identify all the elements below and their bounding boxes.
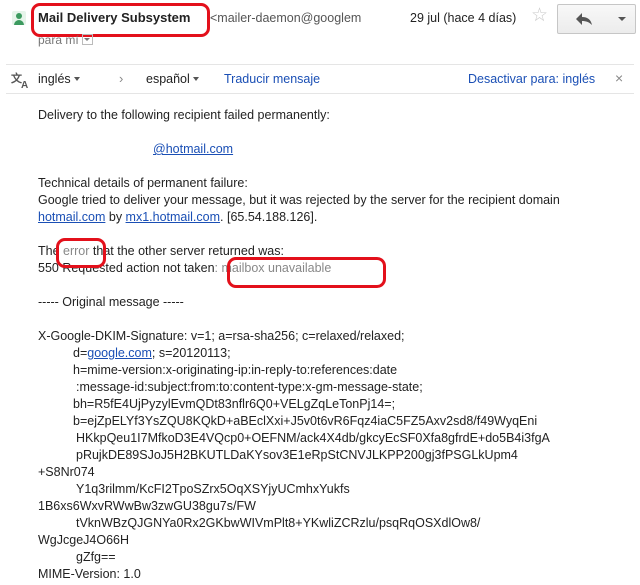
target-language-label: español xyxy=(146,72,190,86)
chevron-down-icon xyxy=(73,77,80,81)
dkim-d-pre: d= xyxy=(73,346,88,360)
recipient-line: @hotmail.com xyxy=(153,142,233,156)
mime-version-line: MIME-Version: 1.0 xyxy=(38,567,141,581)
reply-icon xyxy=(576,13,592,25)
dkim-h-line-1: h=mime-version:x-originating-ip:in-reply… xyxy=(73,363,398,377)
tech-line-1: Google tried to deliver your message, bu… xyxy=(38,193,560,207)
translate-bar: 文 A inglés › español Traducir mensaje De… xyxy=(6,64,634,94)
to-label: para mí xyxy=(38,33,79,47)
error-word: error xyxy=(63,244,90,258)
message-date: 29 jul (hace 4 días) xyxy=(410,11,517,25)
reply-button[interactable] xyxy=(557,4,611,34)
arrow-right-icon: › xyxy=(119,71,124,86)
dkim-header: X-Google-DKIM-Signature: v=1; a=rsa-sha2… xyxy=(38,329,405,343)
star-icon[interactable]: ☆ xyxy=(531,6,548,26)
details-dropdown-icon[interactable] xyxy=(81,34,93,45)
dkim-b-line-2: HKkpQeu1I7MfkoD3E4VQcp0+OEFNM/ack4X4db/g… xyxy=(76,431,550,445)
recipients-line[interactable]: para mí xyxy=(38,33,93,47)
dkim-b-line-3: pRujkDE89SJoJ5H2BKUTLDaKYsov3E1eRpStCNVJ… xyxy=(76,448,518,462)
dkim-d-line: d=google.com; s=20120113; xyxy=(73,346,231,360)
dkim-b-line-9: gZfg== xyxy=(76,550,116,564)
code-text: 550 Requested action not taken xyxy=(38,261,215,275)
message-header: Mail Delivery Subsystem <mailer-daemon@g… xyxy=(0,0,640,62)
dkim-b-line-8: WgJcgeJ4O66H xyxy=(38,533,130,547)
translate-message-link[interactable]: Traducir mensaje xyxy=(224,72,320,86)
recipient-link[interactable]: @hotmail.com xyxy=(153,142,233,156)
original-message-separator: ----- Original message ----- xyxy=(38,295,184,309)
tech-heading: Technical details of permanent failure: xyxy=(38,176,248,190)
tech-ip-text: . [65.54.188.126]. xyxy=(220,210,318,224)
dkim-b-line-7: tVknWBzQJGNYa0Rx2GKbwWIVmPlt8+YKwliZCRzl… xyxy=(76,516,481,530)
person-icon xyxy=(12,11,26,25)
tech-by-text: by xyxy=(105,210,126,224)
disable-translation-link[interactable]: Desactivar para: inglés xyxy=(468,72,595,86)
target-language-select[interactable]: español xyxy=(146,72,199,86)
mailbox-unavailable-text: : mailbox unavailable xyxy=(214,261,332,275)
close-icon[interactable]: × xyxy=(615,70,623,86)
dkim-b-line-1: b=ejZpELYf3YsZQU8KQkD+aBEclXxi+J5v0t6vR6… xyxy=(73,414,538,428)
sender-email: <mailer-daemon@googlem xyxy=(210,11,362,25)
dkim-h-line-2: :message-id:subject:from:to:content-type… xyxy=(76,380,423,394)
translate-icon: 文 A xyxy=(11,71,28,89)
tech-line-2: hotmail.com by mx1.hotmail.com. [65.54.1… xyxy=(38,210,317,224)
google-link[interactable]: google.com xyxy=(87,346,152,360)
dkim-b-line-4: +S8Nr074 xyxy=(38,465,95,479)
dkim-d-post: ; s=20120113; xyxy=(151,346,231,360)
chevron-down-icon xyxy=(618,17,626,21)
error-post-text: that the other server returned was: xyxy=(89,244,284,258)
dkim-b-line-6: 1B6xs6WxvRWwBw3zwGU38gu7s/FW xyxy=(38,499,256,513)
source-language-select[interactable]: inglés xyxy=(38,72,80,86)
more-actions-button[interactable] xyxy=(609,4,636,34)
intro-text: Delivery to the following recipient fail… xyxy=(38,108,330,122)
error-pre-text: The xyxy=(38,244,64,258)
code-line: 550 Requested action not taken: mailbox … xyxy=(38,261,331,275)
source-language-label: inglés xyxy=(38,72,71,86)
svg-text:A: A xyxy=(21,80,28,89)
server-link[interactable]: mx1.hotmail.com xyxy=(126,210,220,224)
chevron-down-icon xyxy=(192,77,199,81)
dkim-bh-line: bh=R5fE4UjPyzylEvmQDt83nflr6Q0+VELgZqLeT… xyxy=(73,397,396,411)
dkim-b-line-5: Y1q3rilmm/KcFI2TpoSZrx5OqXSYjyUCmhxYukfs xyxy=(76,482,350,496)
domain-link[interactable]: hotmail.com xyxy=(38,210,105,224)
sender-name[interactable]: Mail Delivery Subsystem xyxy=(38,10,190,25)
error-line: The error that the other server returned… xyxy=(38,244,284,258)
